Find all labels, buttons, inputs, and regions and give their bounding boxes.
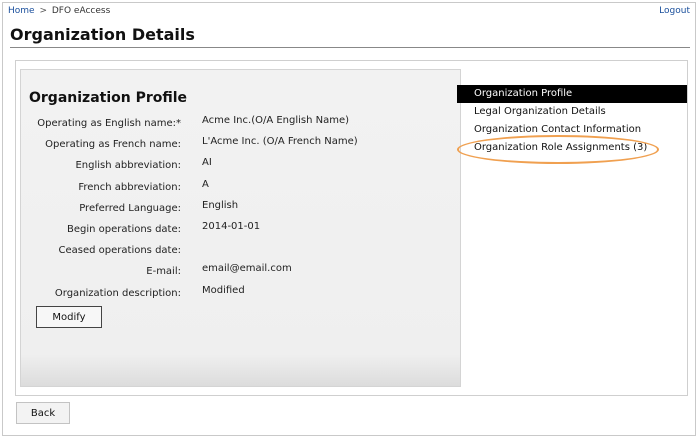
nav-item-organization-profile[interactable]: Organization Profile [457,85,687,103]
field-value: AI [202,157,212,169]
profile-fields: Operating as English name:* Acme Inc.(O/… [21,114,461,305]
field-value: Modified [202,284,245,296]
field-organization-description: Organization description: Modified [21,284,461,305]
field-label: Begin operations date: [67,223,181,235]
field-preferred-language: Preferred Language: English [21,199,461,220]
field-label: Operating as English name:* [37,118,181,129]
field-french-abbreviation: French abbreviation: A [21,178,461,199]
field-value: Acme Inc.(O/A English Name) [202,115,350,126]
nav-item-legal-organization-details[interactable]: Legal Organization Details [457,103,687,121]
main-content-box: Organization Profile Operating as Englis… [15,60,688,396]
field-email: E-mail: email@email.com [21,262,461,283]
field-french-name: Operating as French name: L'Acme Inc. (O… [21,135,461,156]
field-label: French abbreviation: [78,181,181,193]
field-ceased-operations-date: Ceased operations date: [21,241,461,262]
field-value: A [202,178,209,190]
modify-button[interactable]: Modify [36,306,102,328]
top-bar: Home > DFO eAccess Logout [8,6,690,20]
field-value: L'Acme Inc. (O/A French Name) [202,136,358,148]
organization-profile-panel: Organization Profile Operating as Englis… [20,69,461,387]
logout-link[interactable]: Logout [659,6,690,16]
breadcrumb-home-link[interactable]: Home [8,6,35,16]
field-label: Ceased operations date: [58,245,181,257]
title-divider [10,47,690,48]
breadcrumb: Home > DFO eAccess [8,6,110,16]
field-value: English [202,199,239,211]
field-value: email@email.com [202,263,292,275]
field-english-abbreviation: English abbreviation: AI [21,156,461,177]
field-label: English abbreviation: [75,160,181,172]
field-label: E-mail: [146,266,181,278]
page-title: Organization Details [10,25,195,44]
profile-title: Organization Profile [29,90,188,106]
field-label: Organization description: [54,287,181,299]
field-begin-operations-date: Begin operations date: 2014-01-01 [21,220,461,241]
breadcrumb-current: DFO eAccess [51,6,111,16]
back-button[interactable]: Back [16,402,70,424]
field-label: Operating as French name: [45,139,181,151]
highlight-ellipse-annotation [457,135,659,164]
field-english-name: Operating as English name:* Acme Inc.(O/… [21,114,461,135]
field-label: Preferred Language: [79,202,181,214]
breadcrumb-separator: > [39,6,47,16]
field-value: 2014-01-01 [202,220,261,232]
